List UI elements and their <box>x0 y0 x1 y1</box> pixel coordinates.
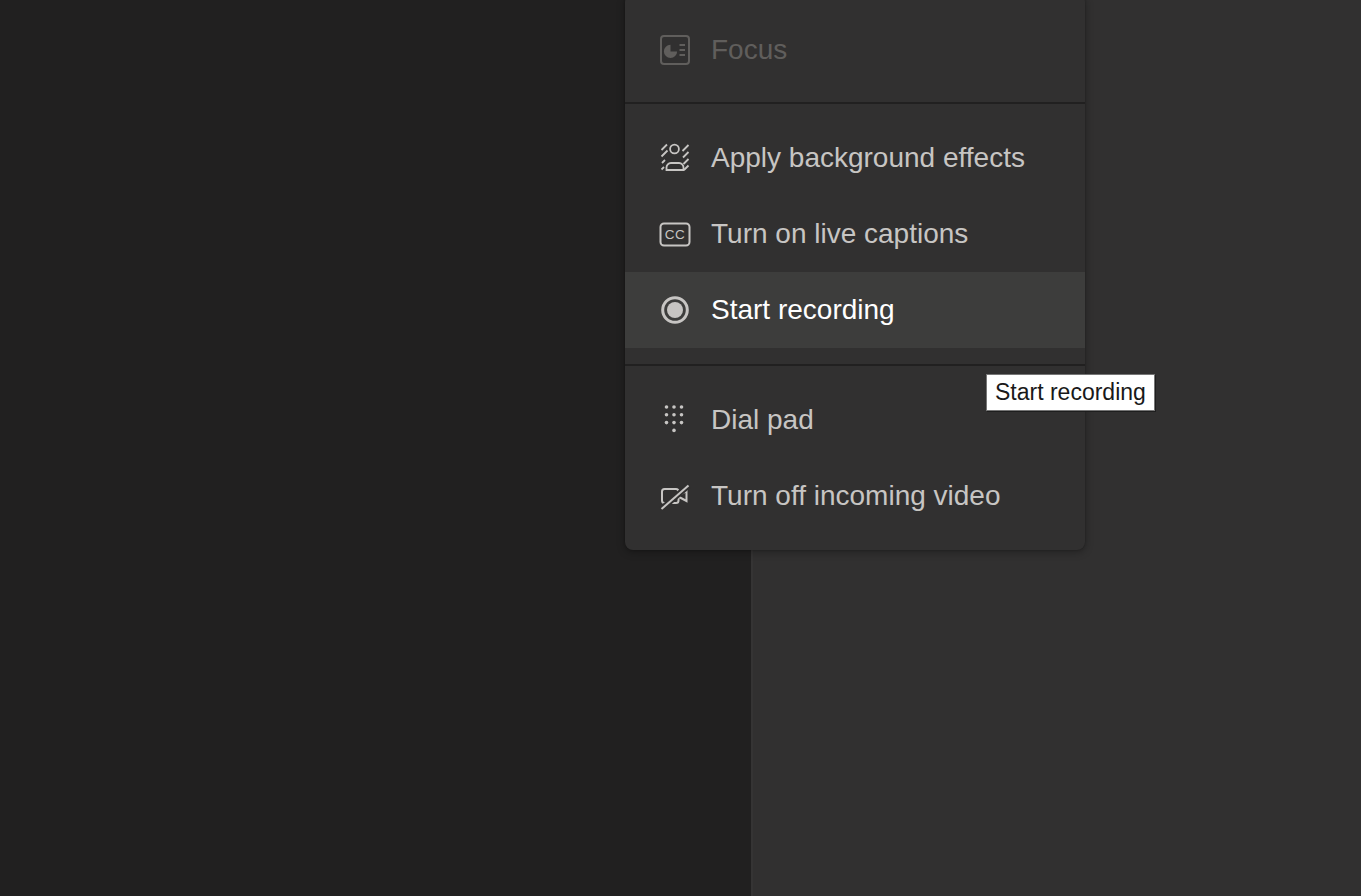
video-off-icon <box>660 481 690 511</box>
record-icon <box>660 295 690 325</box>
menu-item-label: Apply background effects <box>711 142 1025 174</box>
menu-item-label: Turn off incoming video <box>711 480 1001 512</box>
menu-item-start-recording[interactable]: Start recording <box>625 272 1085 348</box>
more-actions-menu: Focus Apply background effects CC Turn o… <box>625 0 1085 550</box>
background-effects-icon <box>660 143 690 173</box>
svg-text:CC: CC <box>665 227 686 242</box>
start-recording-tooltip: Start recording <box>986 374 1155 411</box>
menu-item-label: Turn on live captions <box>711 218 968 250</box>
menu-item-turn-on-live-captions[interactable]: CC Turn on live captions <box>625 196 1085 272</box>
menu-section-focus: Focus <box>625 0 1085 102</box>
focus-icon <box>660 35 690 65</box>
menu-item-apply-background-effects[interactable]: Apply background effects <box>625 120 1085 196</box>
menu-item-focus[interactable]: Focus <box>625 12 1085 88</box>
menu-section-main: Apply background effects CC Turn on live… <box>625 104 1085 364</box>
tooltip-text: Start recording <box>995 379 1146 405</box>
menu-item-label: Start recording <box>711 294 895 326</box>
closed-captions-icon: CC <box>660 219 690 249</box>
menu-item-label: Dial pad <box>711 404 814 436</box>
menu-item-label: Focus <box>711 34 787 66</box>
menu-item-turn-off-incoming-video[interactable]: Turn off incoming video <box>625 458 1085 534</box>
dialpad-icon <box>660 405 690 435</box>
